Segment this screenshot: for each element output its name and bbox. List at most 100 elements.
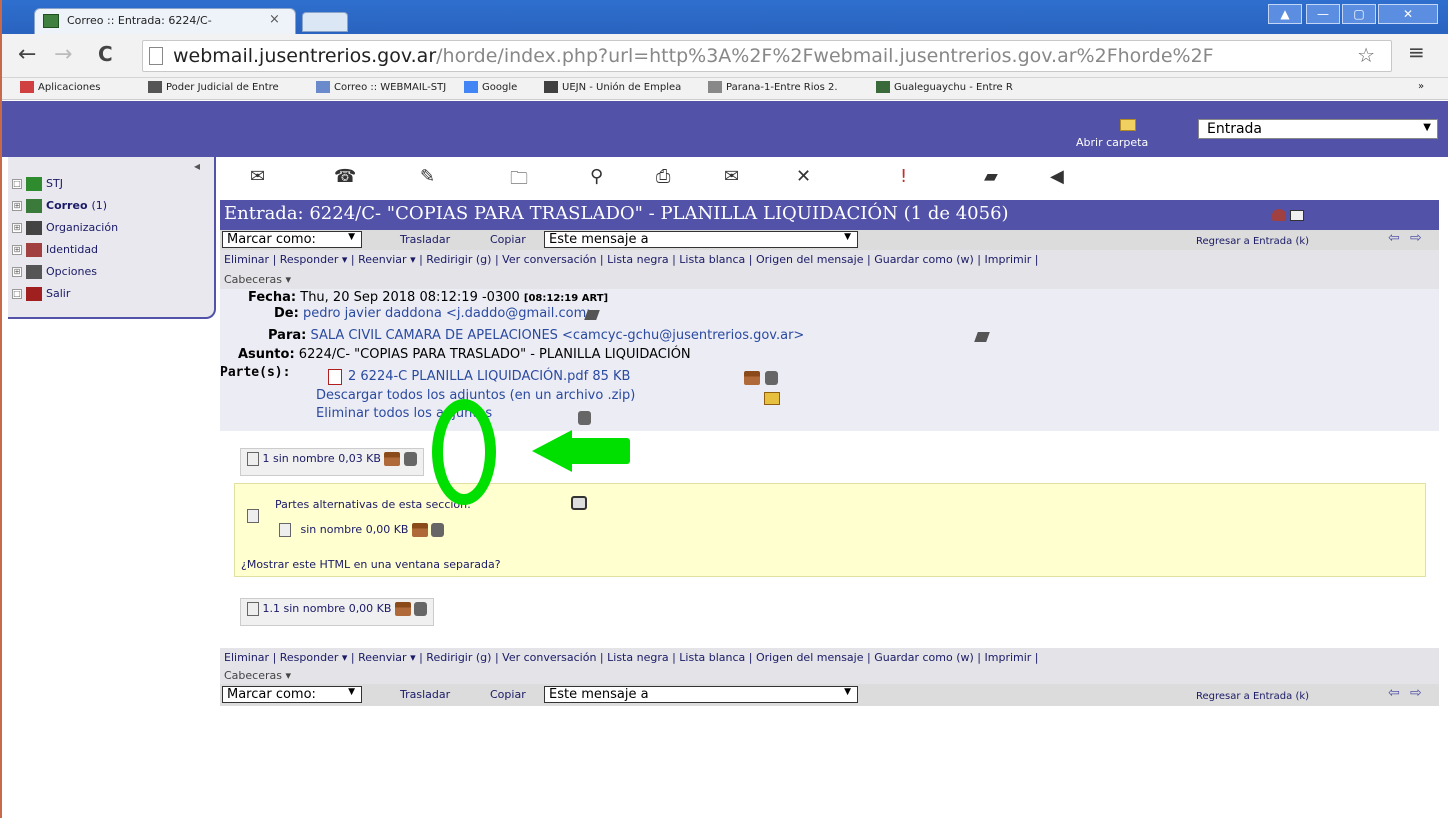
maximize-button[interactable]: ▢ [1342, 4, 1376, 24]
to-row: Para: SALA CIVIL CAMARA DE APELACIONES <… [268, 328, 805, 343]
move-link[interactable]: Trasladar [400, 233, 450, 246]
bookmark-item[interactable]: Correo :: WEBMAIL-STJ [316, 81, 446, 93]
expand-toggle-icon[interactable]: □ [12, 179, 22, 189]
move-link-bottom[interactable]: Trasladar [400, 688, 450, 701]
copy-link-bottom[interactable]: Copiar [490, 688, 526, 701]
document-icon [247, 452, 259, 466]
sidebar-item-label: STJ [46, 177, 63, 190]
expand-toggle-icon[interactable]: ⊞ [12, 201, 22, 211]
mark-as-select-bottom[interactable]: Marcar como: ▼ [222, 686, 362, 703]
bookmark-item[interactable]: Aplicaciones [20, 81, 100, 93]
back-to-inbox-link-bottom[interactable]: Regresar a Entrada (k) [1196, 691, 1309, 702]
open-folder-label[interactable]: Abrir carpeta [1076, 136, 1148, 149]
logout-icon [26, 287, 42, 301]
bookmarks-overflow-button[interactable]: » [1418, 81, 1424, 92]
sidebar-item-stj[interactable]: □ STJ [12, 177, 63, 191]
bookmark-item[interactable]: Parana-1-Entre Rios 2. [708, 81, 838, 93]
add-contact-icon[interactable] [584, 310, 600, 320]
logout-icon[interactable]: ◀ [1050, 166, 1064, 187]
target-folder-select-bottom[interactable]: Este mensaje a ▼ [544, 686, 858, 703]
headers-toggle-top[interactable]: Cabeceras ▾ [220, 270, 1439, 289]
sidebar-item-label: Identidad [46, 243, 99, 256]
expand-toggle-icon[interactable]: □ [12, 289, 22, 299]
download-icon[interactable] [411, 523, 428, 537]
user-icon[interactable]: ▲ [1268, 4, 1302, 24]
part-1-1-link[interactable]: 1.1 sin nombre 0,00 KB [263, 602, 392, 615]
search-icon[interactable]: ⚲ [590, 166, 603, 187]
target-folder-select[interactable]: Este mensaje a ▼ [544, 231, 858, 248]
pointer-arrow-shaft [568, 438, 630, 464]
options-icon[interactable]: ✕ [796, 166, 811, 187]
print-icon[interactable]: ⎙ [656, 166, 670, 187]
reply-icon[interactable]: ✉ [250, 166, 265, 187]
add-contact-icon-2[interactable] [974, 332, 990, 342]
attachment-link[interactable]: 2 6224-C PLANILLA LIQUIDACIÓN.pdf 85 KB [348, 369, 630, 384]
forward-button[interactable]: → [54, 42, 72, 67]
download-icon[interactable] [744, 370, 760, 385]
expand-toggle-icon[interactable]: ⊞ [12, 223, 22, 233]
trash-icon[interactable] [414, 602, 428, 616]
bookmark-star-icon[interactable]: ☆ [1357, 43, 1375, 67]
close-window-button[interactable]: ✕ [1378, 4, 1438, 24]
sidebar-item-correo[interactable]: ⊞ Correo (1) [12, 199, 107, 213]
sidebar-item-opciones[interactable]: ⊞ Opciones [12, 265, 97, 279]
filter-icon[interactable]: ✉ [724, 166, 739, 187]
contact-icon[interactable] [1272, 209, 1286, 221]
download-icon[interactable] [394, 602, 411, 616]
download-all-link[interactable]: Descargar todos los adjuntos (en un arch… [316, 388, 635, 403]
minimize-button[interactable]: — [1306, 4, 1340, 24]
message-actions-top[interactable]: Eliminar | Responder ▾ | Reenviar ▾ | Re… [220, 250, 1439, 270]
headers-toggle-bottom[interactable]: Cabeceras ▾ [220, 668, 1439, 684]
message-headers: Fecha: Thu, 20 Sep 2018 08:12:19 -0300 [… [220, 289, 1439, 431]
bookmark-label: Poder Judicial de Entre [166, 82, 279, 93]
expand-toggle-icon[interactable]: ⊞ [12, 267, 22, 277]
pointer-arrow-head [532, 430, 572, 472]
notes-icon[interactable]: ▰ [984, 166, 998, 187]
prev-message-icon[interactable]: ⇦ [1388, 685, 1400, 701]
browser-tab[interactable]: Correo :: Entrada: 6224/C- × [34, 8, 296, 34]
sidebar-item-salir[interactable]: □ Salir [12, 287, 70, 301]
bookmark-label: Gualeguaychu - Entre R [894, 82, 1013, 93]
back-to-inbox-link[interactable]: Regresar a Entrada (k) [1196, 236, 1309, 247]
open-folder-icon[interactable] [1120, 119, 1136, 131]
trash-icon[interactable] [578, 410, 591, 425]
collapse-sidebar-icon[interactable]: ◂ [194, 159, 200, 173]
bookmark-item[interactable]: UEJN - Unión de Emplea [544, 81, 681, 93]
date-row: Fecha: Thu, 20 Sep 2018 08:12:19 -0300 [… [248, 290, 609, 305]
window-frame-left [0, 34, 2, 818]
message-actions-bottom[interactable]: Eliminar | Responder ▾ | Reenviar ▾ | Re… [220, 648, 1439, 668]
sidebar-item-organización[interactable]: ⊞ Organización [12, 221, 118, 235]
compose-icon[interactable]: ✎ [420, 166, 435, 187]
bookmark-item[interactable]: Poder Judicial de Entre [148, 81, 279, 93]
to-link[interactable]: SALA CIVIL CAMARA DE APELACIONES <camcyc… [310, 328, 804, 343]
show-html-link[interactable]: ¿Mostrar este HTML en una ventana separa… [241, 558, 501, 571]
help-icon[interactable]: ! [900, 166, 907, 187]
contacts-icon[interactable]: ☎ [334, 166, 356, 187]
mark-as-select[interactable]: Marcar como: ▼ [222, 231, 362, 248]
sidebar-item-identidad[interactable]: ⊞ Identidad [12, 243, 98, 257]
url-bar[interactable]: webmail.jusentrerios.gov.ar/horde/index.… [142, 40, 1392, 72]
tab-close-icon[interactable]: × [269, 12, 280, 27]
copy-link[interactable]: Copiar [490, 233, 526, 246]
folder-select[interactable]: Entrada ▼ [1198, 119, 1438, 139]
browser-menu-icon[interactable]: ≡ [1408, 40, 1425, 64]
bookmark-item[interactable]: Google [464, 81, 517, 93]
view-alternatives-icon[interactable] [571, 496, 587, 510]
trash-icon[interactable] [431, 523, 445, 537]
reload-button[interactable]: C [98, 42, 113, 66]
expand-toggle-icon[interactable]: ⊞ [12, 245, 22, 255]
download-icon[interactable] [384, 452, 401, 466]
bookmark-item[interactable]: Gualeguaychu - Entre R [876, 81, 1013, 93]
prev-message-icon[interactable]: ⇦ [1388, 230, 1400, 246]
alt-part-link[interactable]: sin nombre 0,00 KB [301, 523, 409, 536]
new-tab-button[interactable] [302, 12, 348, 32]
part-1-link[interactable]: 1 sin nombre 0,03 KB [263, 452, 381, 465]
envelope-icon[interactable] [1290, 210, 1304, 221]
delete-attachment-icon[interactable] [765, 370, 778, 385]
folder-icon[interactable]: 🗀 [510, 166, 528, 196]
trash-icon[interactable] [403, 452, 417, 466]
next-message-icon[interactable]: ⇨ [1410, 685, 1422, 701]
from-link[interactable]: pedro javier daddona <j.daddo@gmail.com> [303, 306, 597, 321]
next-message-icon[interactable]: ⇨ [1410, 230, 1422, 246]
back-button[interactable]: ← [18, 42, 36, 67]
